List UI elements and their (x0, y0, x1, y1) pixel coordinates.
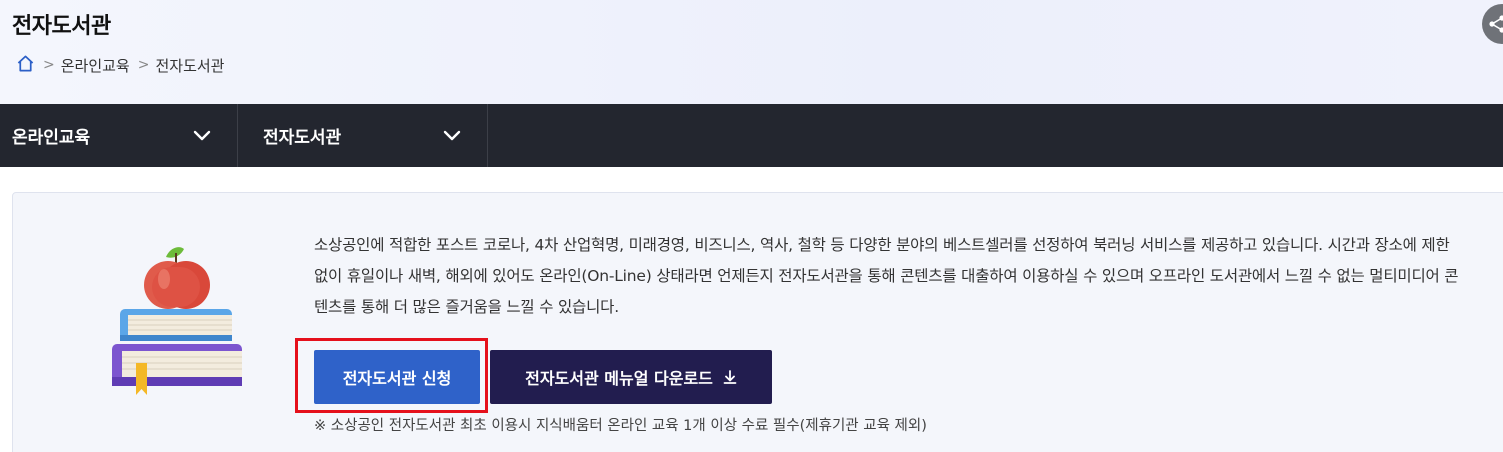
breadcrumb-item-online-education[interactable]: 온라인교육 (61, 55, 130, 76)
chevron-down-icon (193, 130, 211, 140)
breadcrumb-item-e-library[interactable]: 전자도서관 (155, 55, 224, 76)
download-manual-button[interactable]: 전자도서관 메뉴얼 다운로드 (490, 350, 772, 404)
section-nav: 온라인교육 전자도서관 (0, 104, 1503, 167)
nav-dropdown-online-education[interactable]: 온라인교육 (0, 104, 238, 167)
download-manual-label: 전자도서관 메뉴얼 다운로드 (525, 369, 713, 388)
chevron-down-icon (443, 130, 461, 140)
apple-on-books-illustration (112, 247, 242, 395)
nav-dropdown-label: 전자도서관 (263, 128, 342, 148)
share-icon (1489, 15, 1503, 33)
download-icon (723, 370, 737, 384)
page-header (0, 0, 1503, 104)
intro-description: 소상공인에 적합한 포스트 코로나, 4차 산업혁명, 미래경영, 비즈니스, … (314, 236, 1459, 316)
home-icon[interactable] (16, 54, 35, 77)
breadcrumb-separator: > (137, 57, 150, 73)
apply-e-library-button[interactable]: 전자도서관 신청 (314, 350, 480, 404)
page-title: 전자도서관 (12, 14, 111, 39)
breadcrumb: > 온라인교육 > 전자도서관 (16, 54, 225, 76)
nav-dropdown-e-library[interactable]: 전자도서관 (238, 104, 488, 167)
notice-text: ※ 소상공인 전자도서관 최초 이용시 지식배움터 온라인 교육 1개 이상 수… (314, 418, 927, 434)
breadcrumb-separator: > (43, 57, 55, 73)
nav-dropdown-label: 온라인교육 (12, 128, 91, 148)
